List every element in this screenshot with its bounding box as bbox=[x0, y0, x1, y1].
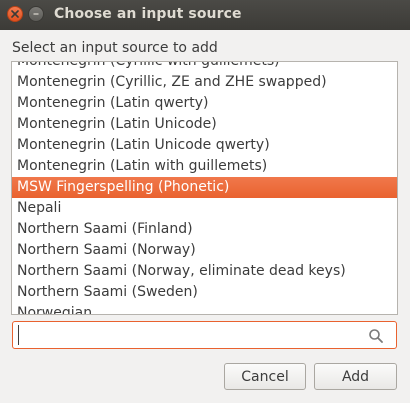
list-item[interactable]: Northern Saami (Norway, eliminate dead k… bbox=[12, 261, 397, 282]
window-title: Choose an input source bbox=[54, 6, 242, 22]
close-button[interactable] bbox=[7, 6, 23, 22]
list-item[interactable]: Montenegrin (Cyrillic with guillemets) bbox=[12, 62, 397, 72]
list-item[interactable]: Nepali bbox=[12, 198, 397, 219]
instruction-label: Select an input source to add bbox=[12, 40, 218, 56]
list-content: Montenegrin (Cyrillic with guillemets) Mo… bbox=[12, 62, 397, 314]
add-button[interactable]: Add bbox=[314, 363, 397, 390]
list-item[interactable]: Montenegrin (Latin with guillemets) bbox=[12, 156, 397, 177]
list-item[interactable]: Montenegrin (Latin qwerty) bbox=[12, 93, 397, 114]
list-item[interactable]: Norwegian bbox=[12, 303, 397, 314]
dialog-window: Choose an input source Select an input s… bbox=[0, 0, 410, 403]
list-item[interactable]: Northern Saami (Sweden) bbox=[12, 282, 397, 303]
search-field[interactable] bbox=[12, 321, 397, 349]
list-item[interactable]: Montenegrin (Cyrillic, ZE and ZHE swappe… bbox=[12, 72, 397, 93]
list-item[interactable]: Montenegrin (Latin Unicode) bbox=[12, 114, 397, 135]
add-button-label: Add bbox=[341, 368, 370, 385]
close-icon bbox=[11, 10, 19, 18]
search-icon bbox=[369, 329, 383, 343]
list-item[interactable]: Northern Saami (Norway) bbox=[12, 240, 397, 261]
search-input[interactable] bbox=[18, 325, 361, 345]
list-item-selected[interactable]: MSW Fingerspelling (Phonetic) bbox=[12, 177, 397, 198]
minimize-button[interactable] bbox=[28, 6, 44, 22]
input-source-list[interactable]: Montenegrin (Cyrillic with guillemets) Mo… bbox=[11, 61, 398, 315]
cancel-button[interactable]: Cancel bbox=[224, 363, 306, 390]
title-bar[interactable]: Choose an input source bbox=[0, 0, 410, 30]
list-item[interactable]: Montenegrin (Latin Unicode qwerty) bbox=[12, 135, 397, 156]
minimize-icon bbox=[33, 13, 39, 15]
list-item[interactable]: Northern Saami (Finland) bbox=[12, 219, 397, 240]
cancel-button-label: Cancel bbox=[241, 368, 289, 385]
